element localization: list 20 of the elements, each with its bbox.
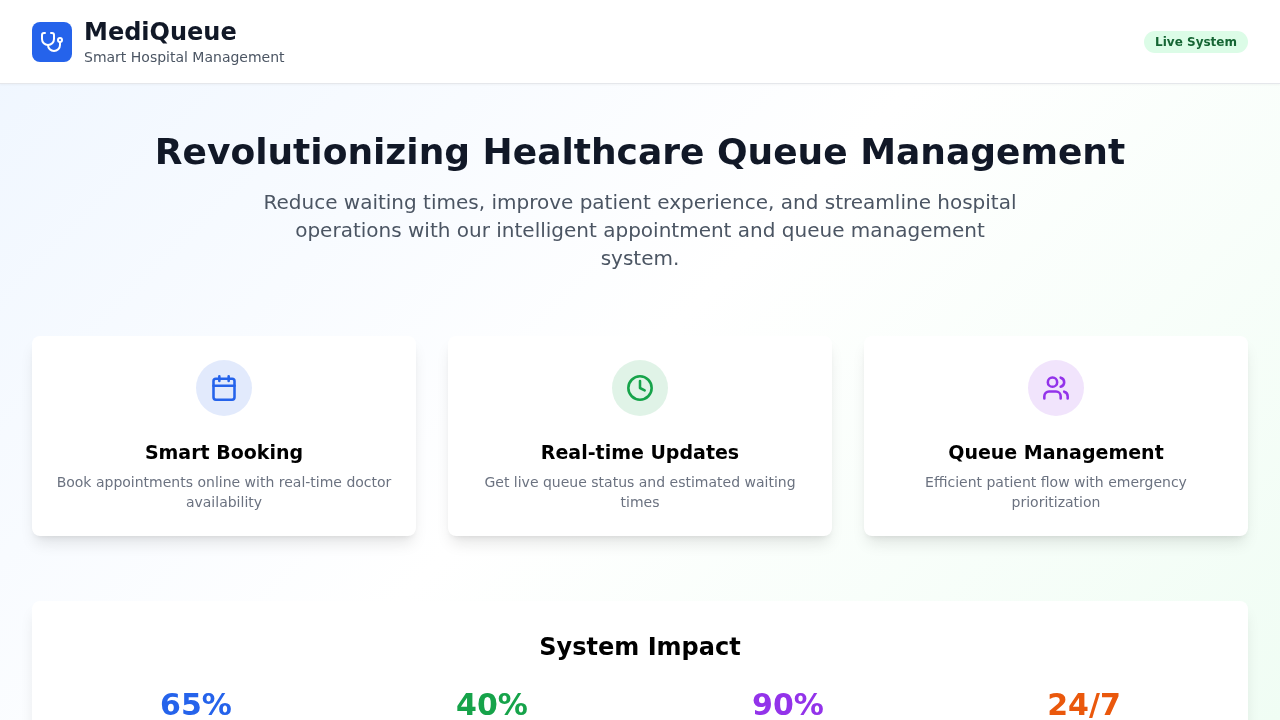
stat-value: 40% bbox=[456, 692, 528, 718]
app-tagline: Smart Hospital Management bbox=[84, 47, 285, 67]
feature-title: Real-time Updates bbox=[540, 440, 740, 464]
hero-description: Reduce waiting times, improve patient experience, and streamline hospital operations with our intelligent appointment and queue management system. bbox=[262, 189, 1018, 272]
app-name: MediQueue bbox=[84, 16, 238, 47]
users-icon bbox=[1028, 360, 1084, 416]
feature-title: Queue Management bbox=[948, 440, 1164, 464]
calendar-icon bbox=[196, 360, 252, 416]
stat-value: 24/7 bbox=[1047, 692, 1121, 718]
stat-value: 90% bbox=[752, 692, 824, 718]
status-badge: Live System bbox=[1144, 30, 1248, 53]
stat-value: 65% bbox=[160, 692, 232, 718]
feature-description: Get live queue status and estimated waiting times bbox=[483, 473, 797, 512]
feature-description: Book appointments online with real-time doctor availability bbox=[56, 473, 392, 512]
feature-title: Smart Booking bbox=[144, 440, 304, 464]
clock-icon bbox=[612, 360, 668, 416]
stethoscope-icon bbox=[32, 21, 72, 62]
impact-heading: System Impact bbox=[538, 632, 742, 663]
hero-heading: Revolutionizing Healthcare Queue Management bbox=[153, 132, 1127, 172]
feature-description: Efficient patient flow with emergency prioritization bbox=[924, 473, 1188, 512]
